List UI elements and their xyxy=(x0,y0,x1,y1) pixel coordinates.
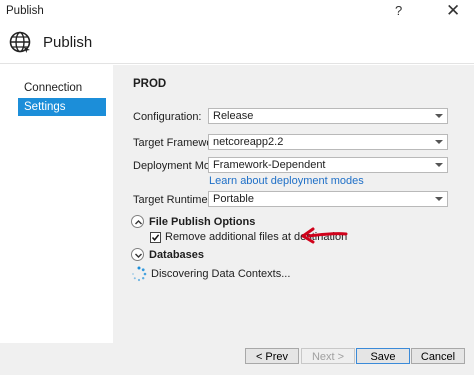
window-title: Publish xyxy=(6,5,44,17)
settings-panel: PROD Configuration: Release Target Frame… xyxy=(113,65,474,343)
chevron-down-icon xyxy=(435,197,443,201)
remove-files-checkbox[interactable] xyxy=(150,232,161,243)
close-icon[interactable]: ✕ xyxy=(446,1,460,21)
chevron-down-icon xyxy=(435,114,443,118)
page-title: Publish xyxy=(43,34,93,51)
globe-icon xyxy=(9,31,31,53)
deployment-modes-link[interactable]: Learn about deployment modes xyxy=(209,175,364,187)
databases-status: Discovering Data Contexts... xyxy=(151,268,291,280)
deployment-mode-value: Framework-Dependent xyxy=(213,159,326,171)
chevron-up-icon xyxy=(135,220,142,225)
profile-name: PROD xyxy=(133,78,167,90)
configuration-value: Release xyxy=(213,110,254,122)
configuration-label: Configuration: xyxy=(133,111,202,123)
save-button[interactable]: Save xyxy=(356,348,410,364)
sidebar: Connection Settings xyxy=(0,65,113,343)
databases-title: Databases xyxy=(149,249,205,261)
file-publish-options-toggle[interactable] xyxy=(131,215,144,228)
sidebar-item-label: Settings xyxy=(24,101,66,113)
title-bar: Publish ? ✕ xyxy=(0,0,474,22)
chevron-down-icon xyxy=(435,163,443,167)
target-framework-value: netcoreapp2.2 xyxy=(213,136,284,148)
cancel-button[interactable]: Cancel xyxy=(411,348,465,364)
target-framework-select[interactable]: netcoreapp2.2 xyxy=(208,134,448,150)
databases-toggle[interactable] xyxy=(131,248,144,261)
dialog-footer: < Prev Next > Save Cancel xyxy=(0,343,474,375)
chevron-down-icon xyxy=(435,140,443,144)
checkmark-icon xyxy=(151,234,160,241)
sidebar-item-connection[interactable]: Connection xyxy=(18,79,106,97)
red-arrow-annotation-icon xyxy=(301,227,348,244)
sidebar-item-label: Connection xyxy=(24,82,83,94)
next-button[interactable]: Next > xyxy=(301,348,355,364)
deployment-mode-select[interactable]: Framework-Dependent xyxy=(208,157,448,173)
target-runtime-select[interactable]: Portable xyxy=(208,191,448,207)
target-runtime-label: Target Runtime: xyxy=(133,194,211,206)
configuration-select[interactable]: Release xyxy=(208,108,448,124)
dialog-header: Publish xyxy=(0,22,474,64)
prev-button[interactable]: < Prev xyxy=(245,348,299,364)
target-runtime-value: Portable xyxy=(213,193,254,205)
file-publish-options-title: File Publish Options xyxy=(149,216,256,228)
help-icon[interactable]: ? xyxy=(395,3,402,18)
sidebar-item-settings[interactable]: Settings xyxy=(18,98,106,116)
chevron-down-icon xyxy=(135,253,142,258)
loading-spinner-icon xyxy=(132,266,147,282)
